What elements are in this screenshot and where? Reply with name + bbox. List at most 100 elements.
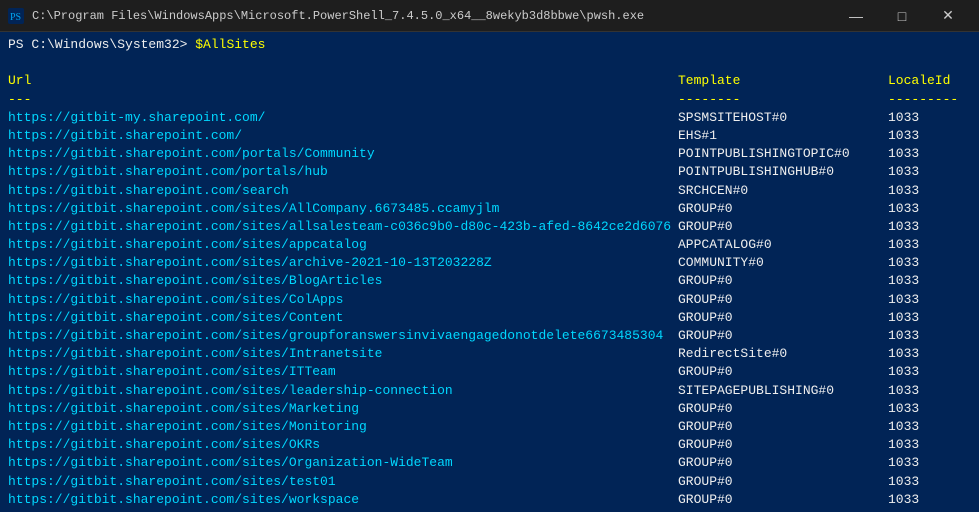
cell-template: GROUP#0 [678,400,888,418]
table-row: https://gitbit.sharepoint.com/sites/lead… [8,382,971,400]
cell-url: https://gitbit.sharepoint.com/sites/alls… [8,218,678,236]
cell-locale: 1033 [888,363,919,381]
cell-url: https://gitbit.sharepoint.com/sites/Moni… [8,418,678,436]
cell-locale: 1033 [888,345,919,363]
powershell-window: PS C:\Program Files\WindowsApps\Microsof… [0,0,979,512]
cell-url: https://gitbit.sharepoint.com/sites/Intr… [8,345,678,363]
header-url: Url [8,72,678,90]
cell-url: https://gitbit.sharepoint.com/sites/AllC… [8,200,678,218]
cell-locale: 1033 [888,309,919,327]
table-row: https://gitbit.sharepoint.com/sites/arch… [8,254,971,272]
cell-locale: 1033 [888,291,919,309]
cell-url: https://gitbit.sharepoint.com/sites/test… [8,473,678,491]
divider-row: --- -------- --------- [8,91,971,109]
maximize-button[interactable]: □ [879,0,925,32]
cell-url: https://gitbit.sharepoint.com/portals/hu… [8,163,678,181]
minimize-button[interactable]: — [833,0,879,32]
table-row: https://gitbit.sharepoint.com/sites/Mark… [8,400,971,418]
cell-locale: 1033 [888,109,919,127]
close-button[interactable]: ✕ [925,0,971,32]
window-title: C:\Program Files\WindowsApps\Microsoft.P… [32,9,833,23]
cell-template: SITEPAGEPUBLISHING#0 [678,382,888,400]
cell-template: POINTPUBLISHINGTOPIC#0 [678,145,888,163]
cell-url: https://gitbit.sharepoint.com/sites/ColA… [8,291,678,309]
cell-url: https://gitbit.sharepoint.com/sites/arch… [8,254,678,272]
table-row: https://gitbit.sharepoint.com/sites/Blog… [8,272,971,290]
cell-locale: 1033 [888,418,919,436]
table-row: https://gitbit.sharepoint.com/sites/AllC… [8,200,971,218]
cell-locale: 1033 [888,127,919,145]
cell-template: SPSMSITEHOST#0 [678,109,888,127]
cell-url: https://gitbit.sharepoint.com/portals/Co… [8,145,678,163]
cell-locale: 1033 [888,254,919,272]
table-row: https://gitbit.sharepoint.com/sites/ColA… [8,291,971,309]
cell-locale: 1033 [888,491,919,509]
cell-template: GROUP#0 [678,436,888,454]
cell-url: https://gitbit.sharepoint.com/sites/lead… [8,382,678,400]
header-template: Template [678,72,888,90]
table-row: https://gitbit.sharepoint.com/sites/Orga… [8,454,971,472]
cell-locale: 1033 [888,454,919,472]
table-row: https://gitbit.sharepoint.com/sites/work… [8,491,971,509]
window-controls: — □ ✕ [833,0,971,32]
titlebar: PS C:\Program Files\WindowsApps\Microsof… [0,0,979,32]
cell-template: GROUP#0 [678,200,888,218]
cell-template: EHS#1 [678,127,888,145]
cell-url: https://gitbit.sharepoint.com/sites/ITTe… [8,363,678,381]
cell-template: COMMUNITY#0 [678,254,888,272]
cell-url: https://gitbit.sharepoint.com/ [8,127,678,145]
cell-url: https://gitbit.sharepoint.com/sites/Blog… [8,272,678,290]
cell-url: https://gitbit.sharepoint.com/sites/work… [8,491,678,509]
div-locale: --------- [888,91,958,109]
svg-text:PS: PS [10,12,21,23]
table-row: https://gitbit-my.sharepoint.com/ SPSMSI… [8,109,971,127]
cell-template: GROUP#0 [678,363,888,381]
prompt-text-1: PS C:\Windows\System32> [8,36,195,54]
cell-template: GROUP#0 [678,272,888,290]
cell-template: GROUP#0 [678,309,888,327]
cell-url: https://gitbit.sharepoint.com/sites/Cont… [8,309,678,327]
cell-template: GROUP#0 [678,418,888,436]
terminal-content[interactable]: PS C:\Windows\System32> $AllSites Url Te… [0,32,979,512]
cell-locale: 1033 [888,272,919,290]
cell-template: GROUP#0 [678,327,888,345]
cell-locale: 1033 [888,327,919,345]
cell-url: https://gitbit.sharepoint.com/sites/grou… [8,327,678,345]
cell-template: SRCHCEN#0 [678,182,888,200]
table-header: Url Template LocaleId [8,72,971,90]
cell-locale: 1033 [888,218,919,236]
table-row: https://gitbit.sharepoint.com/sites/alls… [8,218,971,236]
cell-locale: 1033 [888,382,919,400]
table-row: https://gitbit.sharepoint.com/search SRC… [8,182,971,200]
table-row: https://gitbit.sharepoint.com/sites/Intr… [8,345,971,363]
table-row: https://gitbit.sharepoint.com/sites/Cont… [8,309,971,327]
cell-url: https://gitbit.sharepoint.com/sites/Orga… [8,454,678,472]
cell-url: https://gitbit.sharepoint.com/sites/OKRs [8,436,678,454]
table-row: https://gitbit.sharepoint.com/sites/grou… [8,327,971,345]
cell-template: POINTPUBLISHINGHUB#0 [678,163,888,181]
cell-template: GROUP#0 [678,218,888,236]
data-rows: https://gitbit-my.sharepoint.com/ SPSMSI… [8,109,971,509]
cell-locale: 1033 [888,163,919,181]
cell-locale: 1033 [888,473,919,491]
cell-locale: 1033 [888,182,919,200]
table-row: https://gitbit.sharepoint.com/sites/ITTe… [8,363,971,381]
cell-template: GROUP#0 [678,473,888,491]
cell-locale: 1033 [888,145,919,163]
cell-template: GROUP#0 [678,491,888,509]
cell-template: GROUP#0 [678,291,888,309]
table-row: https://gitbit.sharepoint.com/sites/OKRs… [8,436,971,454]
prompt-line-1: PS C:\Windows\System32> $AllSites [8,36,971,54]
table-row: https://gitbit.sharepoint.com/sites/appc… [8,236,971,254]
table-row: https://gitbit.sharepoint.com/ EHS#1 103… [8,127,971,145]
cell-template: GROUP#0 [678,454,888,472]
table-row: https://gitbit.sharepoint.com/sites/Moni… [8,418,971,436]
cell-locale: 1033 [888,400,919,418]
cell-locale: 1033 [888,236,919,254]
table-row: https://gitbit.sharepoint.com/sites/test… [8,473,971,491]
command-text-1: $AllSites [195,36,265,54]
cell-template: APPCATALOG#0 [678,236,888,254]
header-locale: LocaleId [888,72,950,90]
div-template: -------- [678,91,888,109]
table-row: https://gitbit.sharepoint.com/portals/hu… [8,163,971,181]
